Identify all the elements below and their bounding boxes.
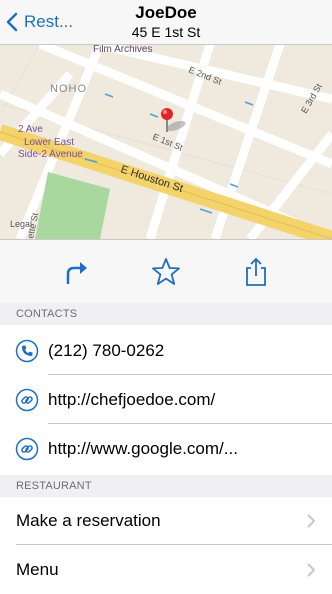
back-button[interactable]: Rest... xyxy=(6,8,73,36)
navigation-bar: Rest... JoeDoe 45 E 1st St xyxy=(0,0,332,45)
directions-button[interactable] xyxy=(60,256,92,288)
website-row-2[interactable]: http://www.google.com/... xyxy=(0,425,332,473)
menu-label: Menu xyxy=(16,560,59,579)
map-label-film-archives: Film Archives xyxy=(93,44,152,55)
share-button[interactable] xyxy=(240,256,272,288)
row-divider xyxy=(48,423,332,424)
row-divider xyxy=(48,374,332,375)
chevron-right-icon xyxy=(307,514,315,528)
row-divider xyxy=(16,544,332,545)
share-icon xyxy=(246,257,266,286)
page-title: JoeDoe xyxy=(135,3,197,22)
website-link-1: http://chefjoedoe.com/ xyxy=(48,390,216,409)
section-header-restaurant: RESTAURANT xyxy=(0,475,332,497)
website-link-2: http://www.google.com/... xyxy=(48,439,238,458)
map-label-lower-east: Lower East xyxy=(24,137,74,148)
map-label-noho: NOHO xyxy=(50,83,87,95)
map-canvas: Film Archives NOHO E 2nd St E 1st St E 3… xyxy=(0,44,332,239)
directions-arrow-icon xyxy=(66,262,87,284)
link-icon xyxy=(15,437,39,461)
map-view[interactable]: Film Archives NOHO E 2nd St E 1st St E 3… xyxy=(0,44,332,239)
favorite-button[interactable] xyxy=(150,256,182,288)
make-reservation-row[interactable]: Make a reservation xyxy=(0,497,332,545)
chevron-right-icon xyxy=(307,563,315,577)
phone-row[interactable]: (212) 780-0262 xyxy=(0,327,332,375)
phone-number: (212) 780-0262 xyxy=(48,341,165,360)
chevron-left-icon xyxy=(6,12,18,32)
menu-row[interactable]: Menu xyxy=(0,546,332,594)
location-pin-icon[interactable] xyxy=(161,108,173,120)
map-label-2ave: 2 Ave xyxy=(18,124,43,135)
action-bar xyxy=(0,239,332,305)
phone-icon xyxy=(15,339,39,363)
make-reservation-label: Make a reservation xyxy=(16,511,161,530)
section-header-contacts: CONTACTS xyxy=(0,303,332,325)
link-icon xyxy=(15,388,39,412)
website-row-1[interactable]: http://chefjoedoe.com/ xyxy=(0,376,332,424)
page-subtitle: 45 E 1st St xyxy=(131,24,201,40)
back-label: Rest... xyxy=(24,12,74,31)
title-block: JoeDoe 45 E 1st St xyxy=(110,3,222,41)
map-label-side-2-avenue: Side-2 Avenue xyxy=(18,149,83,160)
star-icon xyxy=(152,258,180,285)
